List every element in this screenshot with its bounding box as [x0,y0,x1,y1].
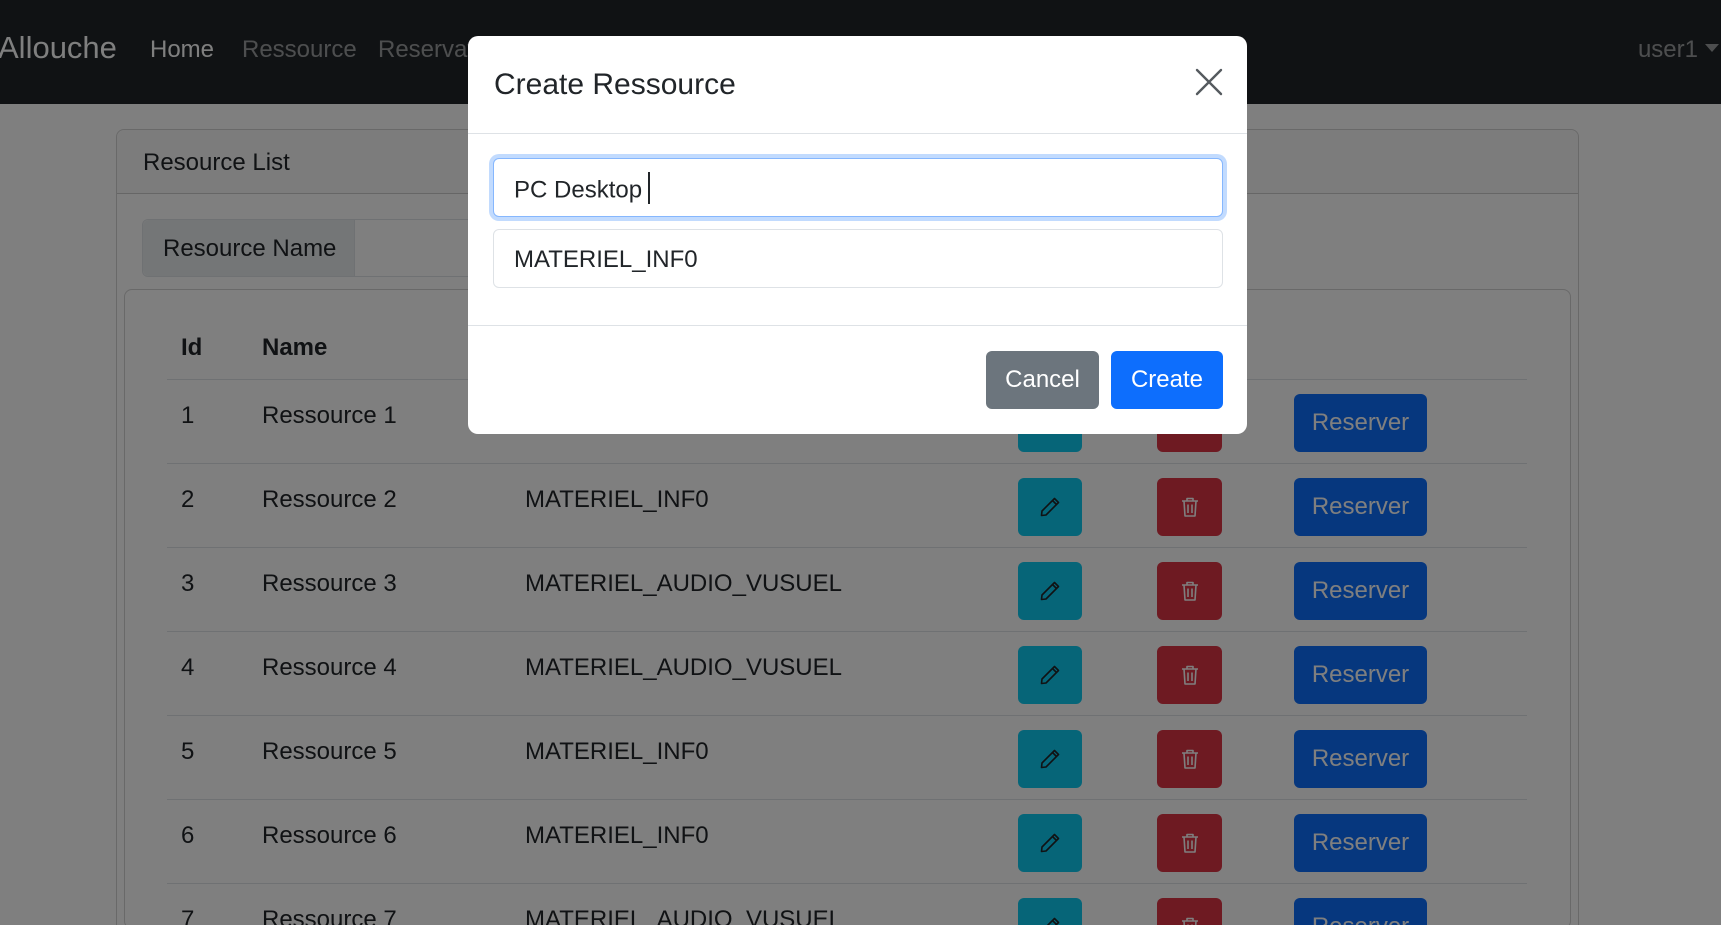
modal-header: Create Ressource [468,36,1247,134]
create-button[interactable]: Create [1111,351,1223,409]
create-ressource-modal: Create Ressource PC Desktop MATERIEL_INF… [468,36,1247,434]
close-icon [1195,68,1223,101]
text-cursor [648,172,651,204]
name-input-value: PC Desktop [514,176,643,204]
type-input-value: MATERIEL_INF0 [514,246,698,273]
modal-footer: Cancel Create [468,325,1247,434]
type-input[interactable]: MATERIEL_INF0 [493,229,1223,288]
close-button[interactable] [1189,64,1229,104]
modal-title: Create Ressource [494,68,736,101]
name-input[interactable]: PC Desktop [493,158,1223,217]
cancel-button[interactable]: Cancel [986,351,1099,409]
